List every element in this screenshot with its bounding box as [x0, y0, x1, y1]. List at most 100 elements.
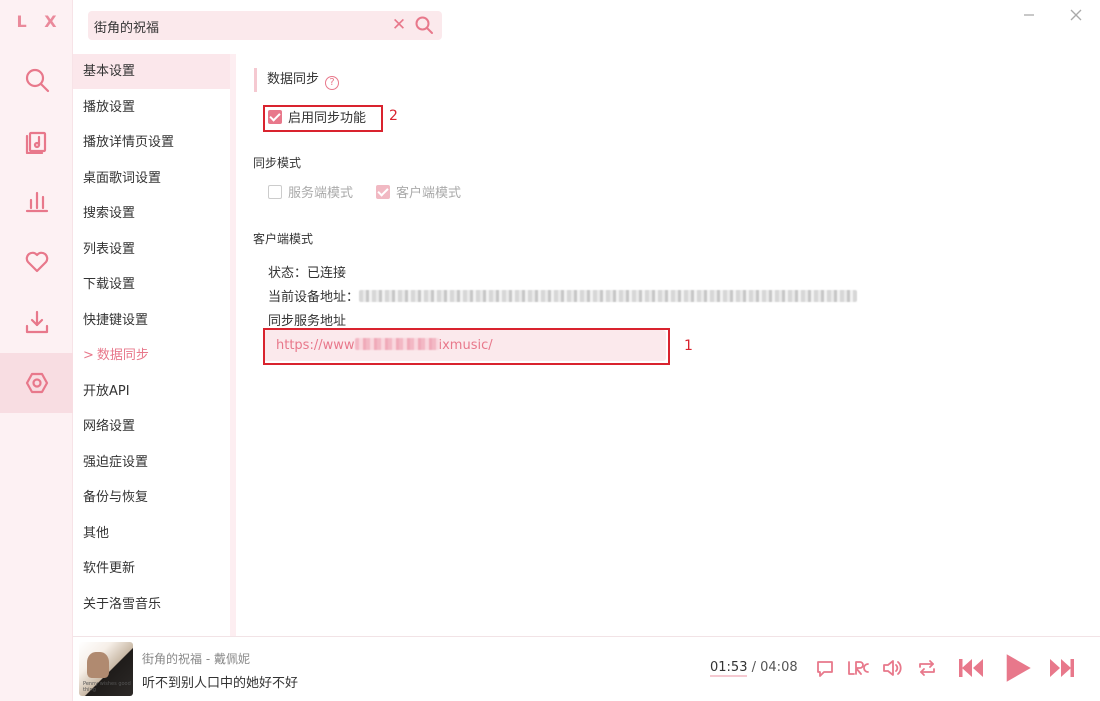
app-window: L X ✕ 基本设置播放设置播放详情页设置桌面歌词设	[0, 0, 1100, 701]
download-nav-button[interactable]	[0, 292, 73, 352]
settings-nav-item-play[interactable]: 播放设置	[73, 90, 233, 125]
search-icon	[25, 68, 49, 93]
app-logo: L X	[16, 12, 63, 31]
device-address-row: 当前设备地址：	[268, 286, 858, 305]
device-address-label: 当前设备地址：	[268, 290, 360, 305]
search-submit-button[interactable]	[414, 15, 436, 37]
settings-nav-label: 播放详情页设置	[83, 135, 175, 150]
settings-nav-item-desktop-lyric[interactable]: 桌面歌词设置	[73, 161, 233, 196]
desktop-lyric-button[interactable]	[847, 657, 871, 681]
settings-nav-scrollbar[interactable]	[230, 54, 236, 636]
clear-search-button[interactable]: ✕	[388, 13, 410, 37]
checkbox-checked-icon	[376, 185, 390, 199]
server-mode-checkbox[interactable]: 服务端模式	[268, 184, 353, 204]
leaderboard-nav-button[interactable]	[0, 171, 73, 231]
settings-nav-label: 其他	[83, 525, 110, 541]
settings-nav-label: 播放设置	[83, 99, 136, 115]
download-icon	[25, 310, 48, 334]
settings-nav-item-basic[interactable]: 基本设置	[73, 54, 233, 89]
status-row: 状态：已连接	[268, 262, 346, 281]
section-title-text: 数据同步	[267, 72, 320, 87]
volume-button[interactable]	[881, 657, 905, 681]
settings-nav-label: 关于洛雪音乐	[83, 596, 162, 612]
left-rail: L X	[0, 0, 73, 701]
previous-track-button[interactable]	[957, 654, 987, 684]
settings-nav: 基本设置播放设置播放详情页设置桌面歌词设置搜索设置列表设置下载设置快捷键设置 > 数…	[73, 54, 233, 636]
minimize-button[interactable]	[1018, 4, 1040, 26]
settings-nav-button[interactable]	[0, 353, 73, 413]
settings-nav-item-other[interactable]: 其他	[73, 516, 233, 551]
client-mode-label: 客户端模式	[396, 186, 462, 201]
search-nav-button[interactable]	[0, 50, 73, 110]
minimize-icon	[1024, 14, 1034, 16]
settings-nav-label: 列表设置	[83, 241, 136, 257]
server-address-label: 同步服务地址	[268, 314, 347, 329]
playback-time: 01:53 / 04:08	[710, 660, 798, 677]
annotation-label-2: 2	[389, 108, 398, 124]
annotation-box-2	[263, 105, 383, 132]
search-icon	[415, 16, 433, 34]
settings-nav-item-ocd[interactable]: 强迫症设置	[73, 445, 233, 480]
song-list-nav-button[interactable]	[0, 111, 73, 171]
settings-nav-item-list[interactable]: 列表设置	[73, 232, 233, 267]
settings-nav-item-search[interactable]: 搜索设置	[73, 196, 233, 231]
next-track-button[interactable]	[1048, 654, 1078, 684]
status-label: 状态：	[268, 266, 308, 281]
client-mode-checkbox[interactable]: 客户端模式	[376, 184, 461, 204]
repeat-icon	[919, 660, 935, 676]
settings-nav-label: 网络设置	[83, 419, 136, 434]
close-icon	[1070, 9, 1082, 21]
favorite-nav-button[interactable]	[0, 232, 73, 292]
settings-nav-label: 开放API	[83, 383, 130, 399]
settings-nav-item-download[interactable]: 下载设置	[73, 267, 233, 302]
comment-icon	[817, 661, 833, 677]
lyric-icon	[848, 661, 869, 675]
leaderboard-icon	[25, 191, 48, 213]
current-marker-icon: >	[83, 348, 94, 363]
comment-button[interactable]	[814, 657, 838, 681]
settings-nav-label: 快捷键设置	[83, 312, 149, 328]
checkbox-unchecked-icon	[268, 185, 282, 199]
time-separator: /	[751, 660, 756, 675]
device-address-redacted	[359, 290, 858, 302]
settings-nav-label: 基本设置	[83, 64, 136, 79]
settings-nav-item-backup-restore[interactable]: 备份与恢复	[73, 480, 233, 515]
help-icon[interactable]: ?	[325, 76, 340, 90]
settings-nav-item-about[interactable]: 关于洛雪音乐	[73, 587, 233, 622]
favorite-icon	[25, 251, 48, 273]
search-input[interactable]	[94, 15, 384, 37]
settings-nav-item-hotkey[interactable]: 快捷键设置	[73, 303, 233, 338]
total-time: 04:08	[760, 660, 798, 675]
settings-nav-item-network[interactable]: 网络设置	[73, 409, 233, 444]
settings-nav-item-data-sync[interactable]: > 数据同步	[73, 338, 233, 373]
settings-icon	[25, 372, 48, 394]
settings-nav-label: 搜索设置	[83, 206, 136, 221]
current-lyric: 听不到别人口中的她好不好	[142, 676, 299, 691]
settings-nav-item-play-detail[interactable]: 播放详情页设置	[73, 125, 233, 160]
status-value: 已连接	[307, 266, 347, 281]
settings-nav-item-open-api[interactable]: 开放API	[73, 374, 233, 409]
search-bar: ✕	[88, 11, 442, 40]
settings-nav-label: 下载设置	[83, 277, 136, 292]
settings-nav-label: 数据同步	[96, 348, 149, 363]
song-title[interactable]: 街角的祝福 - 戴佩妮	[142, 650, 250, 667]
previous-icon	[959, 659, 983, 677]
album-cover[interactable]: Penny wishes good thing	[79, 642, 133, 696]
volume-icon	[883, 660, 902, 676]
loop-mode-button[interactable]	[916, 657, 940, 681]
settings-content: 数据同步? 启用同步功能 2 同步模式 服务端模式 客户端模式 客户端模式 状态…	[238, 54, 1100, 636]
annotation-label-1: 1	[684, 338, 693, 354]
play-icon	[1006, 654, 1031, 682]
settings-nav-label: 备份与恢复	[83, 490, 149, 505]
next-icon	[1050, 659, 1074, 677]
cover-caption: Penny wishes good thing	[83, 681, 131, 693]
server-mode-label: 服务端模式	[288, 186, 354, 201]
current-time: 01:53	[710, 660, 748, 677]
annotation-box-1	[263, 328, 670, 365]
settings-nav-label: 软件更新	[83, 561, 136, 576]
settings-nav-item-update[interactable]: 软件更新	[73, 551, 233, 586]
play-button[interactable]	[1001, 652, 1035, 686]
sync-mode-heading: 同步模式	[253, 156, 302, 170]
settings-nav-label: 强迫症设置	[83, 454, 149, 470]
close-button[interactable]	[1065, 4, 1087, 26]
